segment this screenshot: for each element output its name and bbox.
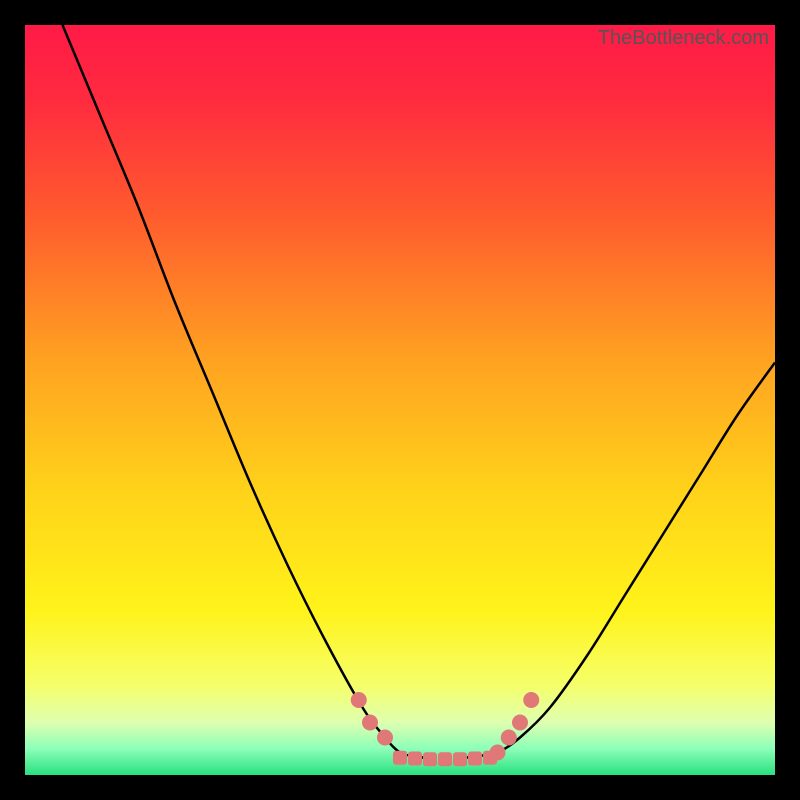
marker-square: [453, 752, 467, 766]
markers-circles: [351, 692, 540, 761]
plot-area: TheBottleneck.com: [25, 25, 775, 775]
marker-square: [483, 751, 497, 765]
marker-square: [438, 752, 452, 766]
marker-circle: [523, 692, 539, 708]
marker-circle: [362, 715, 378, 731]
watermark-text: TheBottleneck.com: [598, 27, 769, 50]
marker-square: [423, 752, 437, 766]
marker-square: [393, 751, 407, 765]
marker-circle: [512, 715, 528, 731]
curve-left: [63, 25, 431, 759]
chart-frame: TheBottleneck.com: [0, 0, 800, 800]
marker-circle: [501, 730, 517, 746]
marker-circle: [351, 692, 367, 708]
markers-squares: [393, 751, 497, 767]
marker-square: [408, 752, 422, 766]
curve-right: [460, 363, 775, 759]
marker-circle: [377, 730, 393, 746]
curve-layer: [25, 25, 775, 775]
marker-square: [468, 752, 482, 766]
